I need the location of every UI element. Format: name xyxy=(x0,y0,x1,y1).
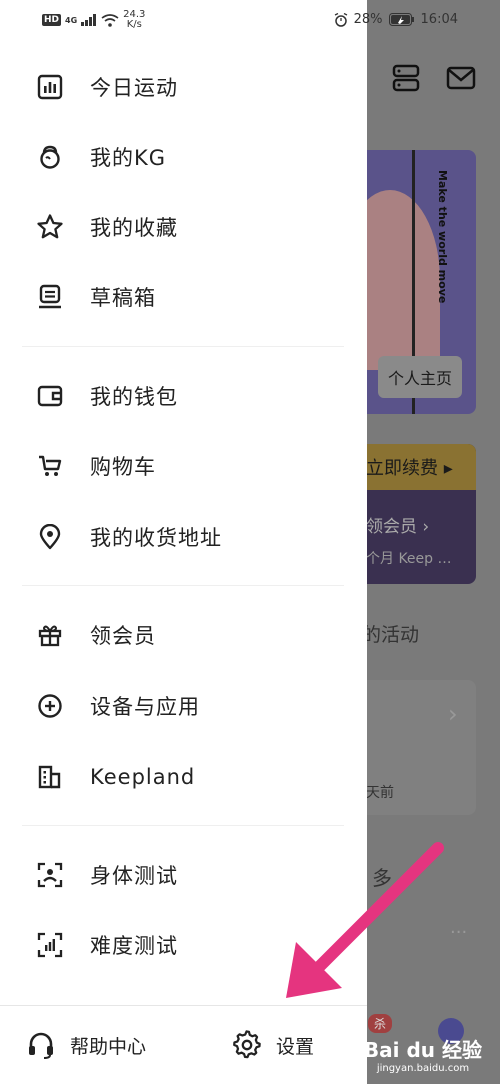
annotation-arrow xyxy=(286,842,444,998)
